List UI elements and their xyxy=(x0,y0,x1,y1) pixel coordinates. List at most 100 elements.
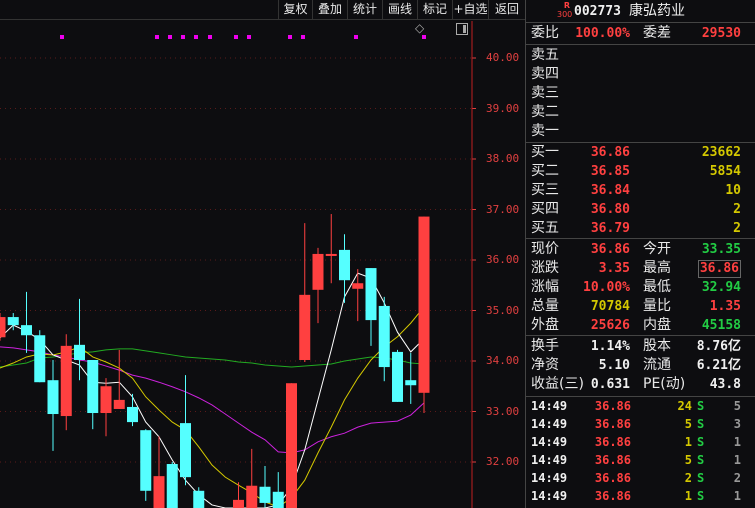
price-axis-label: 36.00 xyxy=(486,253,520,266)
ask-row: 卖一 xyxy=(526,122,755,141)
bid-price: 36.79 xyxy=(590,221,630,236)
event-marker xyxy=(234,35,238,39)
quote-label: 内盘 xyxy=(643,317,671,333)
tick-row: 14:49 36.86 24 S 5 xyxy=(526,397,755,415)
tick-side: S xyxy=(697,489,705,503)
tick-price: 36.86 xyxy=(594,399,631,413)
ask-label: 卖一 xyxy=(531,123,559,139)
candle-down xyxy=(127,406,138,423)
candle-down xyxy=(47,380,59,415)
candle-up xyxy=(0,317,6,338)
candle-up xyxy=(100,386,112,414)
event-marker xyxy=(168,35,172,39)
tick-price: 36.86 xyxy=(594,489,631,503)
candle-down xyxy=(34,335,46,383)
candle-down xyxy=(378,305,390,368)
tick-count: 1 xyxy=(733,435,741,449)
diamond-icon[interactable]: ◇ xyxy=(415,21,424,35)
weicha-value: 29530 xyxy=(701,26,741,41)
restore-rights-button[interactable]: 复权 xyxy=(278,0,312,20)
candle-down xyxy=(365,268,377,321)
tick-volume: 5 xyxy=(684,417,692,431)
candle-up xyxy=(60,345,72,417)
quote-value: 32.94 xyxy=(701,280,741,295)
bid-volume: 23662 xyxy=(701,145,741,160)
event-marker xyxy=(181,35,185,39)
ask-row: 卖三 xyxy=(526,84,755,103)
tick-time: 14:49 xyxy=(531,489,568,503)
quote-label: 涨跌 xyxy=(531,260,559,276)
quote-value: 70784 xyxy=(590,299,630,314)
fund-label: 股本 xyxy=(643,338,671,354)
tick-price: 36.86 xyxy=(594,417,631,431)
chart-toolbar: 复权 叠加 统计 画线 标记 +自选 返回 xyxy=(0,0,525,20)
bid-row[interactable]: 买一 36.86 23662 xyxy=(526,143,755,162)
price-axis-label: 37.00 xyxy=(486,202,520,216)
tick-time: 14:49 xyxy=(531,417,568,431)
fund-label: PE(动) xyxy=(643,376,686,392)
back-button[interactable]: 返回 xyxy=(488,0,525,20)
tick-row: 14:49 36.86 5 S 3 xyxy=(526,415,755,433)
fund-value: 0.631 xyxy=(590,377,630,392)
ask-row: 卖二 xyxy=(526,103,755,122)
event-marker xyxy=(194,35,198,39)
bid-row[interactable]: 买二 36.85 5854 xyxy=(526,162,755,181)
candle-down xyxy=(7,317,19,326)
mark-button[interactable]: 标记 xyxy=(417,0,452,20)
tick-side: S xyxy=(697,453,705,467)
candle-up xyxy=(352,283,364,289)
panel-toggle-icon[interactable] xyxy=(456,23,468,35)
weibi-label: 委比 xyxy=(531,25,559,41)
price-axis-label: 40.00 xyxy=(486,51,520,64)
quote-row: 涨跌 3.35 最高 36.86 xyxy=(526,259,755,278)
quote-label: 涨幅 xyxy=(531,279,559,295)
price-axis-label: 33.00 xyxy=(486,404,520,418)
bid-price: 36.86 xyxy=(590,145,630,160)
candlestick-chart[interactable]: 40.00 39.00 38.00 37.00 36.00 35.00 34.00 33.00… xyxy=(0,21,525,508)
bid-volume: 2 xyxy=(733,221,741,236)
chart-canvas[interactable] xyxy=(0,21,525,508)
candle-up xyxy=(312,253,324,290)
bid-row[interactable]: 买三 36.84 10 xyxy=(526,181,755,200)
fund-label: 净资 xyxy=(531,357,559,373)
tick-time: 14:49 xyxy=(531,471,568,485)
event-marker xyxy=(354,35,358,39)
candle-down xyxy=(193,490,205,508)
candle-up xyxy=(233,499,244,508)
add-watchlist-button[interactable]: +自选 xyxy=(452,0,488,20)
quote-value: 36.86 xyxy=(590,242,630,257)
ask-row: 卖四 xyxy=(526,65,755,84)
stock-name: 康弘药业 xyxy=(629,3,685,19)
bid-row[interactable]: 买四 36.80 2 xyxy=(526,200,755,219)
candle-down xyxy=(339,249,350,281)
quote-value: 25626 xyxy=(590,318,630,333)
quote-value: 10.00% xyxy=(583,280,630,295)
quote-row: 涨幅 10.00% 最低 32.94 xyxy=(526,278,755,297)
price-axis-label: 38.00 xyxy=(486,152,520,165)
tick-count: 1 xyxy=(733,489,741,503)
candle-down xyxy=(259,486,271,503)
tick-price: 36.86 xyxy=(594,453,631,467)
overlay-button[interactable]: 叠加 xyxy=(312,0,347,20)
bid-label: 买一 xyxy=(531,144,559,160)
price-axis-label: 35.00 xyxy=(486,303,520,317)
event-marker xyxy=(288,35,292,39)
quote-row: 外盘 25626 内盘 45158 xyxy=(526,316,755,335)
fund-label: 换手 xyxy=(531,338,559,354)
fund-value: 5.10 xyxy=(598,358,630,373)
price-axis-label: 34.00 xyxy=(486,354,520,367)
event-marker xyxy=(208,35,212,39)
statistics-button[interactable]: 统计 xyxy=(347,0,382,20)
draw-line-button[interactable]: 画线 xyxy=(382,0,417,20)
tick-count: 2 xyxy=(733,471,741,485)
event-marker xyxy=(155,35,159,39)
fundamental-row: 净资 5.10 流通 6.21亿 xyxy=(526,356,755,375)
badge-300: 300 xyxy=(557,10,573,19)
candle-down xyxy=(87,359,99,414)
tick-side: S xyxy=(697,417,705,431)
quote-label: 最低 xyxy=(643,279,671,295)
bid-row[interactable]: 买五 36.79 2 xyxy=(526,219,755,238)
tick-volume: 24 xyxy=(677,399,692,413)
fundamental-row: 收益(三) 0.631 PE(动) 43.8 xyxy=(526,375,755,394)
quote-label: 量比 xyxy=(643,298,671,314)
